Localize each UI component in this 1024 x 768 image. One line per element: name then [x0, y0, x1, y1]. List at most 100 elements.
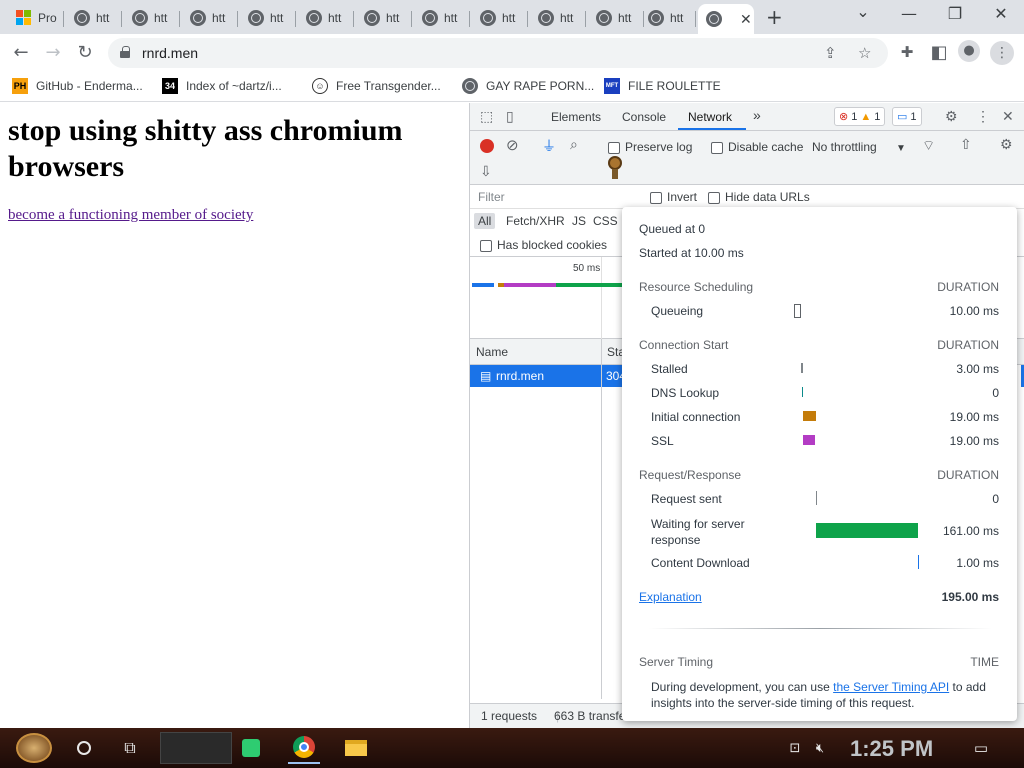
- section-request-response: Request/Response: [639, 468, 742, 482]
- bookmark-star-icon[interactable]: ☆: [858, 44, 871, 62]
- network-settings-icon[interactable]: ⚙: [1000, 136, 1013, 153]
- notes-app-icon[interactable]: [236, 732, 266, 764]
- message-icon: ▭: [897, 111, 908, 123]
- type-js[interactable]: JS: [568, 213, 590, 229]
- section-server-timing: Server Timing: [639, 655, 714, 669]
- browser-tab[interactable]: htt: [414, 4, 470, 32]
- disable-cache-checkbox[interactable]: Disable cache: [711, 140, 803, 154]
- volume-muted-icon[interactable]: 🔇︎: [808, 732, 832, 764]
- tab-console[interactable]: Console: [622, 110, 666, 124]
- bookmark-item[interactable]: PH GitHub - Enderma...: [12, 78, 143, 94]
- has-blocked-cookies-checkbox[interactable]: Has blocked cookies: [480, 238, 607, 252]
- restore-button[interactable]: ❐: [940, 4, 970, 23]
- tab-elements[interactable]: Elements: [551, 110, 601, 124]
- ssl-bar: [803, 435, 815, 445]
- globe-icon: [596, 10, 612, 26]
- issues-badge[interactable]: ⊗ 1 ▲ 1: [834, 107, 886, 126]
- type-fetch-xhr[interactable]: Fetch/XHR: [502, 213, 569, 229]
- throttling-select[interactable]: No throttling ▼: [812, 140, 906, 154]
- tab-network[interactable]: Network: [688, 110, 732, 124]
- close-window-button[interactable]: ✕: [986, 4, 1016, 23]
- devtools-tabbar: ⬚ ▯ Elements Console Network » ⊗ 1 ▲ 1 ▭ 1 …: [470, 103, 1024, 131]
- browser-tab[interactable]: htt: [472, 4, 528, 32]
- menu-icon[interactable]: ⋮: [990, 41, 1014, 65]
- lock-icon[interactable]: [120, 46, 130, 58]
- mft-icon: MFT: [604, 78, 620, 94]
- forward-button[interactable]: →: [42, 42, 64, 63]
- duration-header: DURATION: [937, 338, 999, 352]
- bookmark-item[interactable]: MFT FILE ROULETTE: [604, 78, 721, 94]
- filter-icon[interactable]: ⏚: [542, 136, 556, 156]
- new-tab-button[interactable]: +: [766, 5, 783, 29]
- clear-icon[interactable]: ⊘: [506, 136, 519, 154]
- bookmarks-bar: PH GitHub - Enderma... 34 Index of ~dart…: [0, 72, 1024, 102]
- side-panel-icon[interactable]: ◧: [928, 42, 950, 63]
- reload-button[interactable]: ↻: [74, 42, 96, 63]
- messages-badge[interactable]: ▭ 1: [892, 107, 922, 126]
- type-all[interactable]: All: [474, 213, 496, 229]
- inspect-icon[interactable]: ⬚: [480, 108, 493, 125]
- browser-tab[interactable]: htt: [356, 4, 412, 32]
- error-icon: ⊗: [839, 111, 849, 123]
- type-css[interactable]: CSS: [589, 213, 622, 229]
- page-link[interactable]: become a functioning member of society: [8, 207, 253, 224]
- network-conditions-icon[interactable]: ⌔: [922, 137, 935, 155]
- chrome-icon[interactable]: [288, 732, 320, 764]
- filter-input[interactable]: Filter: [478, 190, 505, 204]
- record-icon[interactable]: [480, 139, 494, 153]
- queued-at: Queued at 0: [639, 222, 706, 236]
- taskbar-search-area[interactable]: [160, 732, 232, 764]
- device-toolbar-icon[interactable]: ▯: [506, 108, 514, 125]
- share-icon[interactable]: ⇪: [824, 44, 837, 62]
- browser-tab[interactable]: htt: [124, 4, 180, 32]
- queueing-value: 10.00 ms: [949, 304, 999, 318]
- browser-tab[interactable]: htt: [240, 4, 296, 32]
- notifications-icon[interactable]: ▭: [968, 732, 994, 764]
- minimize-button[interactable]: —: [894, 4, 924, 23]
- browser-tab[interactable]: Pro: [8, 4, 64, 32]
- explanation-link[interactable]: Explanation: [639, 590, 702, 604]
- browser-tab[interactable]: htt: [640, 4, 696, 32]
- browser-tab[interactable]: htt: [588, 4, 644, 32]
- stalled-bar: [801, 363, 803, 373]
- task-view-icon[interactable]: ⧉: [116, 732, 144, 764]
- export-har-icon[interactable]: ⇩: [480, 163, 492, 180]
- timeline-bar-dns: [472, 283, 494, 287]
- invert-checkbox[interactable]: Invert: [650, 190, 697, 204]
- cortana-icon[interactable]: [70, 732, 98, 764]
- browser-tab[interactable]: htt: [182, 4, 238, 32]
- hide-data-urls-checkbox[interactable]: Hide data URLs: [708, 190, 810, 204]
- browser-tab[interactable]: htt: [66, 4, 122, 32]
- file-explorer-icon[interactable]: [340, 732, 372, 764]
- ssl-label: SSL: [651, 434, 674, 448]
- bookmark-item[interactable]: 34 Index of ~dartz/i...: [162, 78, 282, 94]
- initial-connection-bar: [803, 411, 816, 421]
- import-har-icon[interactable]: ⇧: [960, 136, 972, 153]
- col-name[interactable]: Name: [476, 345, 508, 359]
- settings-gear-icon[interactable]: ⚙: [945, 108, 958, 125]
- extensions-icon[interactable]: ✚: [896, 43, 918, 61]
- browser-tab[interactable]: htt: [298, 4, 354, 32]
- tab-search-icon[interactable]: ⌄: [848, 2, 878, 21]
- server-timing-api-link[interactable]: the Server Timing API: [833, 680, 949, 694]
- taskbar-clock[interactable]: 1:25 PM: [850, 736, 933, 762]
- bookmark-item[interactable]: ☺ Free Transgender...: [312, 78, 441, 94]
- browser-tab[interactable]: htt: [530, 4, 586, 32]
- close-devtools-icon[interactable]: ✕: [1002, 108, 1014, 125]
- tab-strip: Pro htt htt htt htt htt htt htt htt htt …: [0, 0, 1024, 34]
- active-tab[interactable]: ✕: [698, 4, 754, 34]
- devtools-menu-icon[interactable]: ⋮: [976, 108, 990, 125]
- url-text[interactable]: rnrd.men: [142, 45, 198, 61]
- address-bar[interactable]: rnrd.men ⇪ ☆: [108, 38, 888, 68]
- start-button[interactable]: [8, 732, 60, 764]
- section-connection-start: Connection Start: [639, 338, 729, 352]
- bookmark-item[interactable]: GAY RAPE PORN...: [462, 78, 594, 94]
- close-tab-icon[interactable]: ✕: [740, 11, 752, 28]
- network-tray-icon[interactable]: ⊡: [784, 732, 806, 764]
- search-icon[interactable]: ⌕: [570, 136, 578, 153]
- stalled-label: Stalled: [651, 362, 688, 376]
- more-tabs-icon[interactable]: »: [753, 107, 761, 123]
- network-toolbar: ⊘ ⏚ ⌕ Preserve log Disable cache No thro…: [470, 131, 1024, 185]
- back-button[interactable]: ←: [10, 42, 32, 63]
- profile-avatar[interactable]: ●: [958, 40, 980, 62]
